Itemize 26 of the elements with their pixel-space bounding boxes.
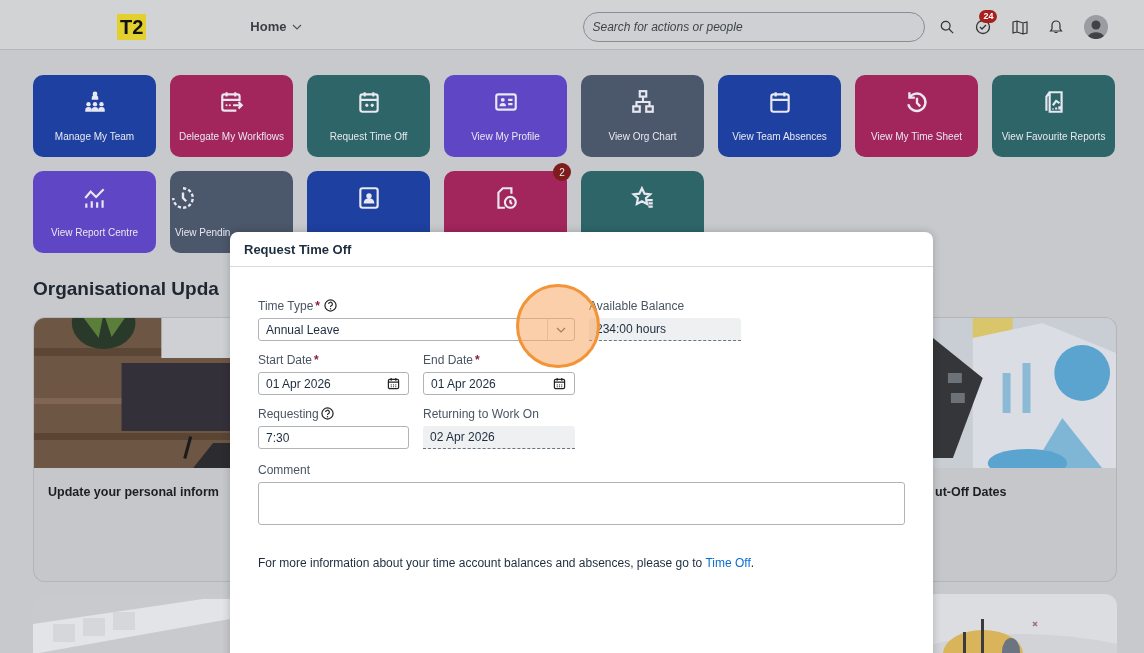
tile-label: View Org Chart [608, 131, 677, 142]
tile-label: Request Time Off [329, 131, 408, 142]
tile-label: View My Time Sheet [871, 131, 962, 142]
notification-badge: 24 [979, 9, 998, 23]
required-mark: * [314, 352, 319, 367]
tile-label: Delegate My Workflows [179, 131, 284, 142]
readonly-field: 02 Apr 2026 [423, 426, 575, 449]
tile-label: Manage My Team [54, 131, 135, 142]
field-label: Time Type [258, 298, 314, 313]
tile-label: View Report Centre [50, 227, 139, 238]
field-label: End Date [423, 352, 474, 367]
tile-label: View Team Absences [732, 131, 827, 142]
required-mark: * [475, 352, 480, 367]
count-badge: 2 [553, 163, 571, 181]
card-title: ut-Off Dates [934, 484, 1008, 501]
card-title: Update your personal inform [47, 484, 220, 501]
required-mark: * [315, 298, 321, 313]
field-label: Start Date [258, 352, 313, 367]
field-label: Requesting [258, 406, 319, 421]
field-label: Comment [258, 462, 310, 477]
tile-label: View My Profile [471, 131, 540, 142]
tile-label: View Favourite Reports [1001, 131, 1106, 142]
tile-label: View Pendin [175, 227, 231, 238]
section-title: Organisational Upda [33, 277, 220, 301]
field-label: Returning to Work On [423, 406, 539, 421]
info-text: For more information about your time account balances and absences, please go to Time Off. [258, 556, 756, 570]
